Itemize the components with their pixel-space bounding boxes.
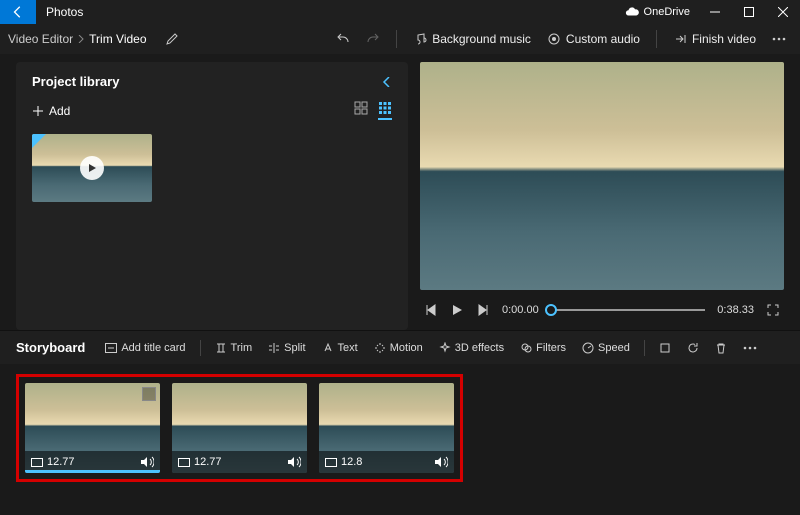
arrow-left-icon: [11, 5, 25, 19]
filters-icon: [520, 342, 532, 354]
onedrive-status[interactable]: OneDrive: [617, 6, 698, 18]
text-icon: [322, 342, 334, 354]
more-button[interactable]: [766, 33, 792, 45]
rotate-button[interactable]: [681, 339, 705, 357]
seek-bar[interactable]: [551, 305, 706, 315]
maximize-button[interactable]: [732, 0, 766, 24]
pencil-icon[interactable]: [165, 32, 179, 46]
aspect-icon: [31, 458, 43, 467]
breadcrumb-root[interactable]: Video Editor: [8, 32, 73, 46]
volume-icon[interactable]: [434, 456, 448, 468]
storyboard-more-button[interactable]: [737, 343, 763, 353]
workspace: Project library Add 0:00.00: [0, 54, 800, 330]
minimize-button[interactable]: [698, 0, 732, 24]
titlebar: Photos OneDrive: [0, 0, 800, 24]
motion-icon: [374, 342, 386, 354]
grid-small-icon: [378, 101, 392, 115]
sparkle-icon: [439, 342, 451, 354]
preview-pane: 0:00.00 0:38.33: [412, 54, 800, 330]
library-thumbnail[interactable]: [32, 134, 152, 202]
chevron-left-icon[interactable]: [382, 77, 392, 87]
text-button[interactable]: Text: [316, 339, 364, 357]
rotate-icon: [687, 342, 699, 354]
redo-icon: [366, 32, 380, 46]
project-library-panel: Project library Add: [16, 62, 408, 330]
undo-button[interactable]: [330, 28, 356, 50]
undo-icon: [336, 32, 350, 46]
player-controls: 0:00.00 0:38.33: [420, 290, 784, 330]
clip-0[interactable]: 12.77: [25, 383, 160, 473]
select-checkbox[interactable]: [142, 387, 156, 401]
selected-indicator: [25, 470, 160, 473]
ellipsis-icon: [743, 346, 757, 350]
ellipsis-icon: [772, 37, 786, 41]
motion-button[interactable]: Motion: [368, 339, 429, 357]
clip-duration: 12.77: [194, 456, 222, 468]
export-icon: [673, 32, 687, 46]
onedrive-label: OneDrive: [644, 6, 690, 18]
next-frame-button[interactable]: [476, 303, 490, 317]
time-total: 0:38.33: [717, 304, 754, 316]
plus-icon: [32, 105, 44, 117]
bg-music-button[interactable]: Background music: [407, 28, 537, 50]
chevron-right-icon: [77, 35, 85, 43]
storyboard-title: Storyboard: [16, 340, 85, 355]
delete-button[interactable]: [709, 339, 733, 357]
library-title: Project library: [32, 74, 119, 89]
speed-button[interactable]: Speed: [576, 339, 636, 357]
card-icon: [105, 343, 117, 353]
grid-large-view[interactable]: [354, 101, 368, 120]
audio-icon: [547, 32, 561, 46]
clip-duration: 12.77: [47, 456, 75, 468]
aspect-icon: [178, 458, 190, 467]
close-button[interactable]: [766, 0, 800, 24]
volume-icon[interactable]: [140, 456, 154, 468]
clip-highlight-box: 12.77 12.77 12.8: [16, 374, 463, 482]
add-media-button[interactable]: Add: [32, 104, 70, 118]
used-badge: [32, 134, 46, 148]
clip-2[interactable]: 12.8: [319, 383, 454, 473]
redo-button[interactable]: [360, 28, 386, 50]
storyboard-strip: 12.77 12.77 12.8: [0, 364, 800, 514]
command-bar: Video Editor Trim Video Background music…: [0, 24, 800, 54]
clip-info: 12.77: [172, 451, 307, 473]
clip-info: 12.8: [319, 451, 454, 473]
app-title: Photos: [36, 5, 93, 19]
volume-icon[interactable]: [287, 456, 301, 468]
prev-frame-button[interactable]: [424, 303, 438, 317]
split-button[interactable]: Split: [262, 339, 311, 357]
trim-button[interactable]: Trim: [209, 339, 259, 357]
preview-video[interactable]: [420, 62, 784, 290]
add-title-card-button[interactable]: Add title card: [99, 339, 191, 357]
crop-icon: [659, 342, 671, 354]
view-toggle: [354, 101, 392, 120]
back-button[interactable]: [0, 0, 36, 24]
time-current: 0:00.00: [502, 304, 539, 316]
breadcrumb-current: Trim Video: [89, 32, 146, 46]
play-overlay-icon: [80, 156, 104, 180]
speed-icon: [582, 342, 594, 354]
aspect-icon: [325, 458, 337, 467]
music-icon: [413, 32, 427, 46]
filters-button[interactable]: Filters: [514, 339, 572, 357]
trim-icon: [215, 342, 227, 354]
split-icon: [268, 342, 280, 354]
finish-video-button[interactable]: Finish video: [667, 28, 762, 50]
3d-effects-button[interactable]: 3D effects: [433, 339, 510, 357]
trash-icon: [715, 342, 727, 354]
cloud-icon: [625, 7, 639, 17]
resize-button[interactable]: [653, 339, 677, 357]
grid-large-icon: [354, 101, 368, 115]
grid-small-view[interactable]: [378, 101, 392, 120]
clip-1[interactable]: 12.77: [172, 383, 307, 473]
play-button[interactable]: [450, 303, 464, 317]
custom-audio-button[interactable]: Custom audio: [541, 28, 646, 50]
clip-duration: 12.8: [341, 456, 362, 468]
storyboard-toolbar: Storyboard Add title card Trim Split Tex…: [0, 330, 800, 364]
fullscreen-button[interactable]: [766, 303, 780, 317]
